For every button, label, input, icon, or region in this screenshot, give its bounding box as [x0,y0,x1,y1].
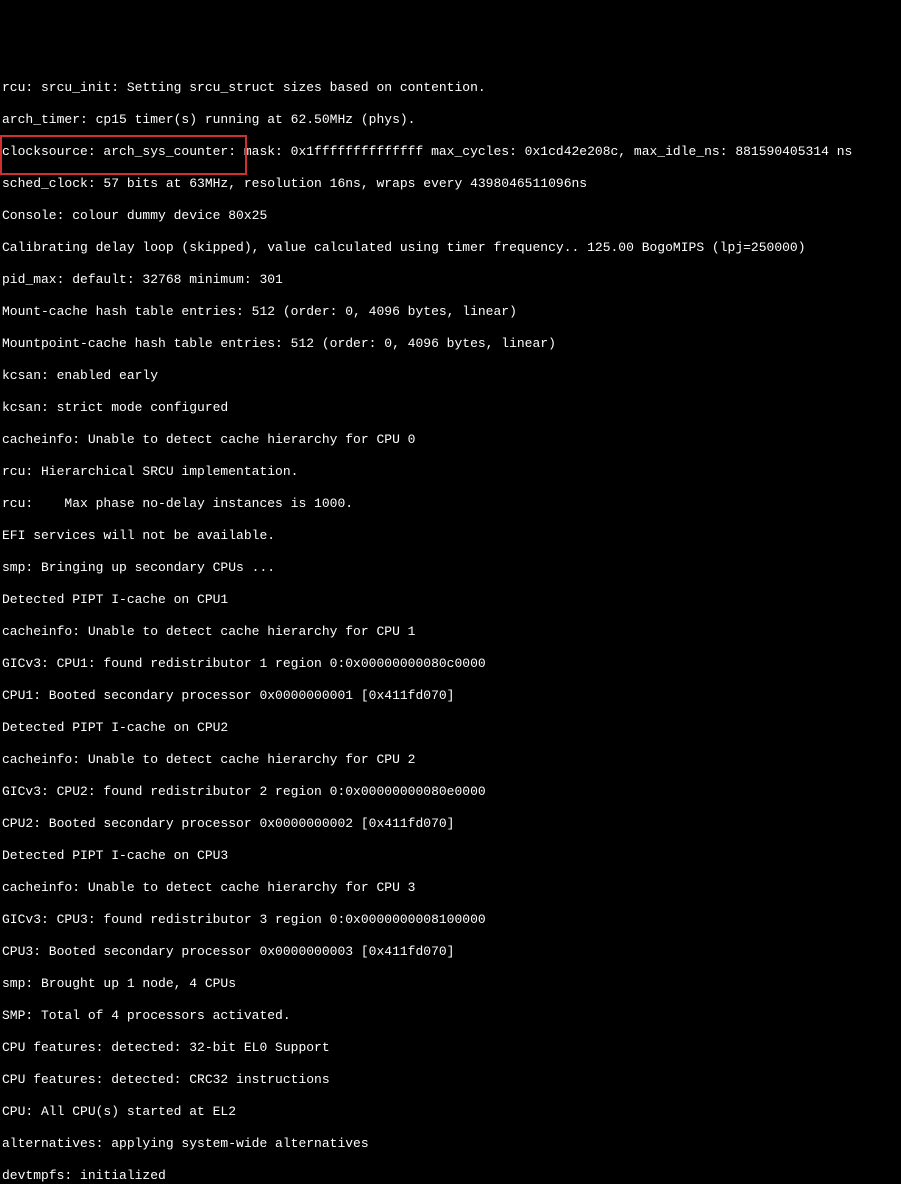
log-line: EFI services will not be available. [2,528,899,544]
log-line: CPU3: Booted secondary processor 0x00000… [2,944,899,960]
log-line: cacheinfo: Unable to detect cache hierar… [2,880,899,896]
log-line: Calibrating delay loop (skipped), value … [2,240,899,256]
log-line: smp: Brought up 1 node, 4 CPUs [2,976,899,992]
log-line: GICv3: CPU1: found redistributor 1 regio… [2,656,899,672]
log-line: Mountpoint-cache hash table entries: 512… [2,336,899,352]
log-line: CPU features: detected: 32-bit EL0 Suppo… [2,1040,899,1056]
log-line: CPU1: Booted secondary processor 0x00000… [2,688,899,704]
log-line: cacheinfo: Unable to detect cache hierar… [2,752,899,768]
log-line: Console: colour dummy device 80x25 [2,208,899,224]
log-line: pid_max: default: 32768 minimum: 301 [2,272,899,288]
log-line: rcu: srcu_init: Setting srcu_struct size… [2,80,899,96]
log-line: sched_clock: 57 bits at 63MHz, resolutio… [2,176,899,192]
log-line: GICv3: CPU3: found redistributor 3 regio… [2,912,899,928]
log-line: arch_timer: cp15 timer(s) running at 62.… [2,112,899,128]
log-line: Detected PIPT I-cache on CPU2 [2,720,899,736]
log-line: cacheinfo: Unable to detect cache hierar… [2,624,899,640]
log-line: GICv3: CPU2: found redistributor 2 regio… [2,784,899,800]
log-line: rcu: Max phase no-delay instances is 100… [2,496,899,512]
log-line: clocksource: arch_sys_counter: mask: 0x1… [2,144,899,160]
log-line: Detected PIPT I-cache on CPU3 [2,848,899,864]
terminal-output: rcu: srcu_init: Setting srcu_struct size… [0,64,901,1184]
log-line: alternatives: applying system-wide alter… [2,1136,899,1152]
log-line: Mount-cache hash table entries: 512 (ord… [2,304,899,320]
log-line: CPU: All CPU(s) started at EL2 [2,1104,899,1120]
log-line: CPU features: detected: CRC32 instructio… [2,1072,899,1088]
log-line: smp: Bringing up secondary CPUs ... [2,560,899,576]
log-line: Detected PIPT I-cache on CPU1 [2,592,899,608]
log-line: CPU2: Booted secondary processor 0x00000… [2,816,899,832]
log-line: rcu: Hierarchical SRCU implementation. [2,464,899,480]
log-line: SMP: Total of 4 processors activated. [2,1008,899,1024]
log-line: kcsan: strict mode configured [2,400,899,416]
log-line: kcsan: enabled early [2,368,899,384]
log-line: devtmpfs: initialized [2,1168,899,1184]
log-line: cacheinfo: Unable to detect cache hierar… [2,432,899,448]
